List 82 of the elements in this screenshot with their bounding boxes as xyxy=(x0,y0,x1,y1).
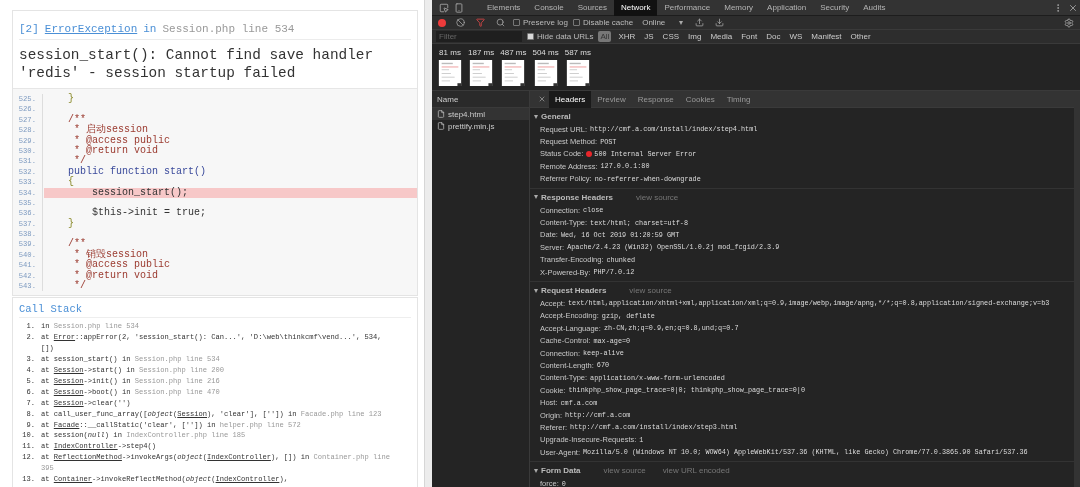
filter-icon[interactable] xyxy=(473,15,488,30)
column-header[interactable]: Name xyxy=(432,91,529,108)
code-line: /** xyxy=(67,239,86,250)
code-line: * 启动session xyxy=(73,125,148,136)
code-line: */ xyxy=(73,281,86,292)
code-line: } xyxy=(67,218,75,230)
checkbox[interactable] xyxy=(572,19,580,26)
exception-location: Session.php line 534 xyxy=(162,23,295,35)
clear-icon[interactable] xyxy=(453,15,468,30)
view-source-link[interactable]: view URL encoded xyxy=(662,466,730,476)
detail-tab[interactable]: Cookies xyxy=(679,90,721,108)
type-filter[interactable]: Manifest xyxy=(809,31,844,42)
page-thumbnail xyxy=(438,60,462,86)
view-source-link[interactable]: view source xyxy=(603,466,646,476)
code-line: { xyxy=(67,177,74,188)
type-filter[interactable]: Doc xyxy=(764,31,783,42)
expand-triangle-icon[interactable] xyxy=(534,195,538,200)
devtools-tab[interactable]: Security xyxy=(813,0,857,16)
page-thumbnail xyxy=(565,60,590,86)
exception-in-label: in xyxy=(143,23,157,35)
file-icon xyxy=(437,110,445,118)
type-filter[interactable]: Img xyxy=(686,31,704,42)
exception-class-link[interactable]: ErrorException xyxy=(44,23,138,35)
devtools-tab[interactable]: Sources xyxy=(570,0,615,16)
file-icon xyxy=(437,122,445,130)
devtools-tab[interactable]: Audits xyxy=(856,0,893,16)
record-icon[interactable] xyxy=(438,18,446,27)
page-thumbnail xyxy=(533,60,558,86)
type-filter[interactable]: JS xyxy=(642,31,656,42)
section-title[interactable]: Request Headers xyxy=(541,286,607,296)
type-filter[interactable]: Other xyxy=(848,31,873,42)
checkbox[interactable] xyxy=(513,19,520,26)
expand-triangle-icon[interactable] xyxy=(534,288,538,293)
checkbox-label: Hide data URLs xyxy=(537,32,594,41)
frame-time: 587 ms xyxy=(564,48,591,57)
code-line: /** xyxy=(67,114,86,125)
page-thumbnail xyxy=(469,60,494,86)
checkbox[interactable] xyxy=(527,33,534,40)
type-filter[interactable]: Media xyxy=(708,31,735,42)
code-line: * 销毁session xyxy=(73,249,148,260)
exception-index: [2] xyxy=(19,23,39,35)
expand-triangle-icon[interactable] xyxy=(534,468,538,473)
code-line: * @return void xyxy=(73,145,159,156)
detail-tab[interactable]: Preview xyxy=(591,90,632,108)
frame-time: 487 ms xyxy=(500,48,527,57)
request-item[interactable]: prettify.min.js xyxy=(432,120,529,132)
code-line: public function start() xyxy=(67,166,208,177)
page-thumbnail xyxy=(501,60,526,86)
devtools-tab[interactable]: Elements xyxy=(480,0,528,16)
section-title[interactable]: Form Data xyxy=(541,466,581,476)
view-source-link[interactable]: view source xyxy=(629,286,672,296)
devtools-tab[interactable]: Performance xyxy=(657,0,718,16)
code-line: * @return void xyxy=(73,270,159,281)
devtools-tab[interactable]: Application xyxy=(760,0,814,16)
code-line: $this->init = true; xyxy=(91,208,208,219)
devtools-tab[interactable]: Memory xyxy=(717,0,761,16)
detail-tab[interactable]: Response xyxy=(631,90,680,108)
code-line: * @access public xyxy=(73,135,172,146)
type-filter[interactable]: CSS xyxy=(660,31,682,42)
frame-time: 504 ms xyxy=(532,48,559,57)
detail-tab[interactable]: Timing xyxy=(720,90,757,108)
call-stack-title: Call Stack xyxy=(19,298,411,319)
checkbox-label: Preserve log xyxy=(523,18,568,27)
devtools-tab[interactable]: Console xyxy=(527,0,571,16)
code-line: } xyxy=(67,94,75,105)
request-item[interactable]: step4.html xyxy=(432,108,529,120)
type-filter[interactable]: XHR xyxy=(616,31,638,42)
section-title[interactable]: Response Headers xyxy=(541,192,614,202)
error-message: session_start(): Cannot find save handler 'redis' - session startup failed xyxy=(19,46,375,83)
checkbox-label: Disable cache xyxy=(582,18,634,27)
view-source-link[interactable]: view source xyxy=(636,192,679,202)
frame-time: 187 ms xyxy=(468,48,495,57)
code-line: */ xyxy=(74,156,86,167)
code-line: * @access public xyxy=(73,260,172,271)
devtools-tab[interactable]: Network xyxy=(614,0,658,16)
type-filter[interactable]: WS xyxy=(787,31,805,42)
frame-time: 81 ms xyxy=(439,48,461,57)
filter-field[interactable]: Filter xyxy=(436,31,522,42)
type-filter[interactable]: Font xyxy=(739,31,760,42)
throttling-select[interactable]: Online xyxy=(638,18,688,27)
section-title[interactable]: General xyxy=(541,112,571,121)
expand-triangle-icon[interactable] xyxy=(534,114,538,119)
